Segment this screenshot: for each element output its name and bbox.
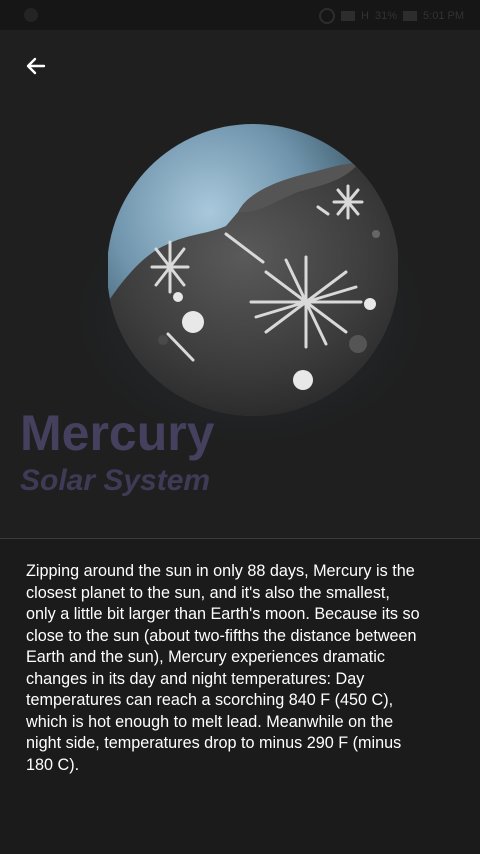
network-type: H (361, 10, 369, 22)
status-indicators: H 31% 5:01 PM (319, 8, 464, 24)
back-button[interactable] (20, 50, 52, 82)
mercury-planet-illustration (107, 122, 399, 418)
alarm-icon (319, 8, 336, 24)
clock: 5:01 PM (423, 10, 464, 22)
battery-level: 31% (375, 10, 398, 22)
battery-icon (403, 11, 418, 21)
vibrate-icon (341, 11, 356, 21)
notification-icon (24, 8, 38, 22)
planet-subtitle: Solar System (20, 464, 211, 497)
app-screen: H 31% 5:01 PM Mercury Solar System Zippi… (0, 0, 480, 854)
divider (0, 538, 480, 539)
planet-description: Zipping around the sun in only 88 days, … (26, 562, 420, 774)
arrow-left-icon (26, 57, 46, 75)
status-bar: H 31% 5:01 PM (0, 0, 480, 30)
planet-title: Mercury (20, 405, 215, 461)
